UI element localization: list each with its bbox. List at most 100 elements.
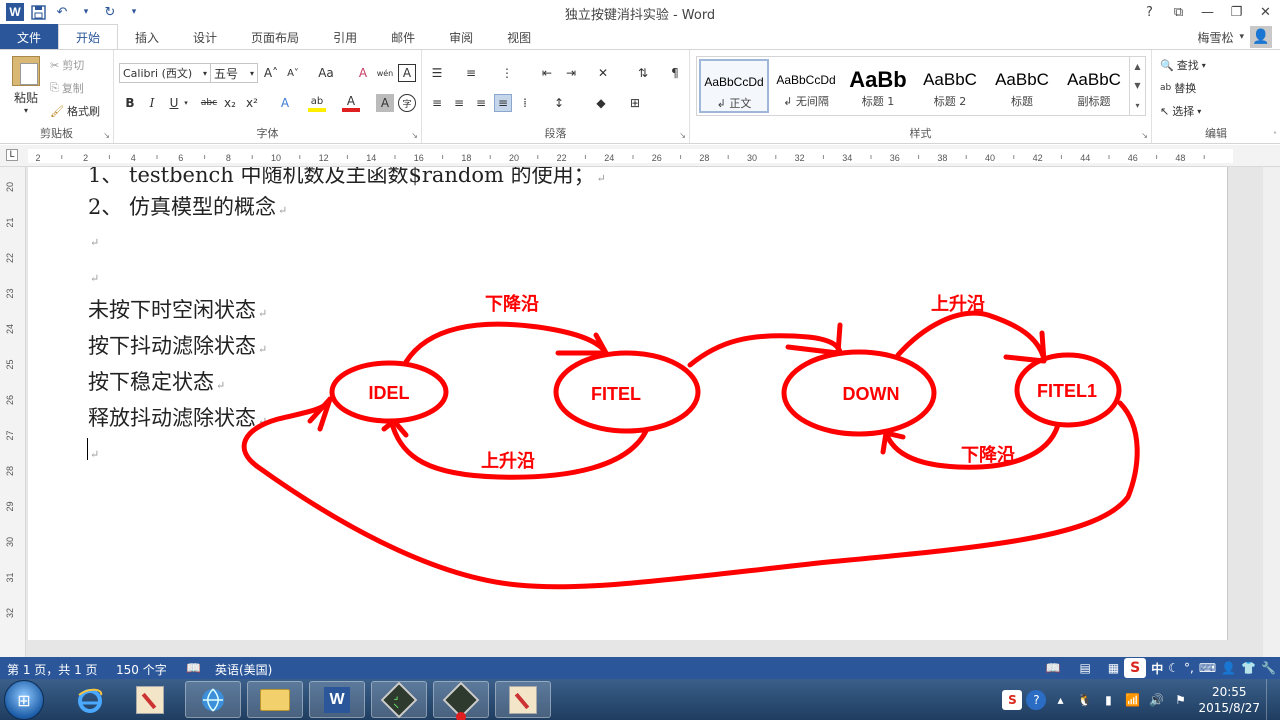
moon-icon[interactable]: ☾ <box>1168 661 1179 675</box>
font-name-select[interactable]: Calibri (西文) ▾ <box>119 63 211 83</box>
taskbar-paint-2[interactable] <box>495 681 551 718</box>
strikethrough-button[interactable]: abc <box>198 94 220 112</box>
font-color-button[interactable]: A <box>342 94 360 112</box>
taskbar-paint[interactable] <box>122 681 178 718</box>
horizontal-ruler[interactable]: L 2 2 4 6 8 10 12 14 16 18 20 22 24 26 28 30 32 34 36 38 40 4… <box>0 145 1280 167</box>
document-page[interactable]: 1、 testbench 中随机数及主函数$random 的使用； ↵ 2、 仿真… <box>28 167 1228 640</box>
align-left-icon[interactable]: ≡ <box>428 94 446 112</box>
state-diagram[interactable]: IDEL FITEL DOWN FITEL1 下降沿 上升沿 上升沿 下降沿 <box>28 167 1228 640</box>
wrench-icon[interactable]: 🔧 <box>1261 661 1276 675</box>
copy-button[interactable]: ⎘ 复制 <box>50 80 84 96</box>
styles-launcher-icon[interactable]: ↘ <box>1141 131 1148 140</box>
keyboard-icon[interactable]: ⌨ <box>1199 661 1216 675</box>
style-normal[interactable]: AaBbCcDd ↲ 正文 <box>699 59 769 113</box>
style-heading-1[interactable]: AaBb 标题 1 <box>843 59 913 113</box>
save-icon[interactable] <box>28 2 48 22</box>
align-right-icon[interactable]: ≡ <box>472 94 490 112</box>
help-button[interactable]: ? <box>1135 0 1164 24</box>
qq-icon[interactable]: 🐧 <box>1074 690 1094 710</box>
paragraph-launcher-icon[interactable]: ↘ <box>679 131 686 140</box>
shirt-icon[interactable]: 👕 <box>1241 661 1256 675</box>
read-mode-icon[interactable]: 📖 <box>1046 661 1061 675</box>
style-heading-2[interactable]: AaBbC 标题 2 <box>915 59 985 113</box>
clipboard-launcher-icon[interactable]: ↘ <box>103 131 110 140</box>
paste-button[interactable]: 粘贴 ▾ <box>6 56 46 116</box>
redo-icon[interactable]: ↻ <box>100 2 120 22</box>
language-indicator[interactable]: 英语(美国) <box>215 661 272 678</box>
tab-home[interactable]: 开始 <box>58 24 119 50</box>
action-center-icon[interactable]: ⚑ <box>1170 690 1190 710</box>
tab-selector[interactable]: L <box>6 149 18 161</box>
punctuation-icon[interactable]: °, <box>1184 661 1194 675</box>
close-button[interactable]: ✕ <box>1251 0 1280 24</box>
undo-icon[interactable]: ↶ <box>52 2 72 22</box>
show-desktop-button[interactable] <box>1266 679 1280 720</box>
character-border-button[interactable]: A <box>398 64 416 82</box>
style-no-spacing[interactable]: AaBbCcDd ↲ 无间隔 <box>771 59 841 113</box>
taskbar-network[interactable] <box>185 681 241 718</box>
text-effects-button[interactable]: A <box>276 94 294 112</box>
increase-indent-icon[interactable]: ⇥ <box>562 64 580 82</box>
web-layout-icon[interactable]: ▦ <box>1108 661 1119 675</box>
multilevel-list-icon[interactable]: ⋮ <box>498 64 516 82</box>
tab-page-layout[interactable]: 页面布局 <box>234 24 316 50</box>
restore-button[interactable]: ❐ <box>1222 0 1251 24</box>
sogou-ime-icon[interactable]: S <box>1124 658 1147 678</box>
tab-file[interactable]: 文件 <box>0 24 58 50</box>
sort-icon[interactable]: ⇅ <box>634 64 652 82</box>
more-styles-icon[interactable]: ▾ <box>1135 101 1139 110</box>
tab-mailings[interactable]: 邮件 <box>374 24 432 50</box>
undo-dropdown-icon[interactable]: ▾ <box>76 2 96 22</box>
clear-formatting-button[interactable]: A <box>354 64 372 82</box>
taskbar-explorer[interactable] <box>247 681 303 718</box>
chevron-up-icon[interactable]: ▲ <box>1134 62 1140 71</box>
taskbar-terminal[interactable]: ›_ <box>371 681 427 718</box>
ime-mode[interactable]: 中 <box>1151 660 1163 677</box>
proofing-icon[interactable]: 📖 <box>186 661 201 675</box>
highlight-button[interactable]: ab <box>308 94 326 112</box>
word-app-icon[interactable]: W <box>6 3 24 21</box>
style-title[interactable]: AaBbC 标题 <box>987 59 1057 113</box>
align-center-icon[interactable]: ≡ <box>450 94 468 112</box>
font-launcher-icon[interactable]: ↘ <box>411 131 418 140</box>
collapse-ribbon-icon[interactable]: ˄ <box>1273 131 1277 140</box>
change-case-button[interactable]: Aa <box>312 64 340 82</box>
grow-font-button[interactable]: A˄ <box>262 64 280 82</box>
subscript-button[interactable]: x₂ <box>221 94 239 112</box>
format-painter-button[interactable]: 🖌 格式刷 <box>50 103 100 119</box>
shading-icon[interactable]: ◆ <box>592 94 610 112</box>
user-account[interactable]: 梅雪松 ▾ 👤 <box>1197 24 1272 50</box>
minimize-button[interactable]: — <box>1193 0 1222 24</box>
tab-insert[interactable]: 插入 <box>118 24 176 50</box>
word-count[interactable]: 150 个字 <box>116 661 167 678</box>
cut-button[interactable]: ✂ 剪切 <box>50 57 84 73</box>
show-hidden-icons[interactable]: ▴ <box>1050 690 1070 710</box>
bold-button[interactable]: B <box>121 94 139 112</box>
help-tray-icon[interactable]: ? <box>1026 689 1047 710</box>
taskbar-word[interactable]: W <box>309 681 365 718</box>
bullets-icon[interactable]: ☰ <box>428 64 446 82</box>
numbering-icon[interactable]: ≡ <box>462 64 480 82</box>
underline-dropdown-icon[interactable]: ▾ <box>177 94 195 112</box>
ribbon-display-button[interactable]: ⧉ <box>1164 0 1193 24</box>
borders-icon[interactable]: ⊞ <box>626 94 644 112</box>
replace-button[interactable]: ab 替换 <box>1160 80 1196 96</box>
page-count[interactable]: 第 1 页，共 1 页 <box>7 661 98 678</box>
vertical-ruler[interactable]: 20 21 22 23 24 25 26 27 28 29 30 31 32 <box>0 167 26 657</box>
signal-icon[interactable]: 📶 <box>1122 690 1142 710</box>
vertical-scrollbar[interactable] <box>1263 167 1280 657</box>
taskbar-ie[interactable] <box>62 681 118 718</box>
battery-icon[interactable]: ▮ <box>1098 690 1118 710</box>
distributed-icon[interactable]: ⁞ <box>516 94 534 112</box>
italic-button[interactable]: I <box>143 94 161 112</box>
enclose-characters-button[interactable]: 字 <box>398 94 416 112</box>
style-subtitle[interactable]: AaBbC 副标题 <box>1059 59 1129 113</box>
clock[interactable]: 20:55 2015/8/27 <box>1198 684 1260 716</box>
tab-review[interactable]: 审阅 <box>432 24 490 50</box>
character-shading-button[interactable]: A <box>376 94 394 112</box>
tab-design[interactable]: 设计 <box>176 24 234 50</box>
tab-view[interactable]: 视图 <box>490 24 548 50</box>
select-button[interactable]: ↖ 选择 ▾ <box>1160 103 1201 119</box>
customize-qat-icon[interactable]: ▾ <box>124 2 144 22</box>
find-button[interactable]: 🔍 查找 ▾ <box>1160 57 1206 73</box>
